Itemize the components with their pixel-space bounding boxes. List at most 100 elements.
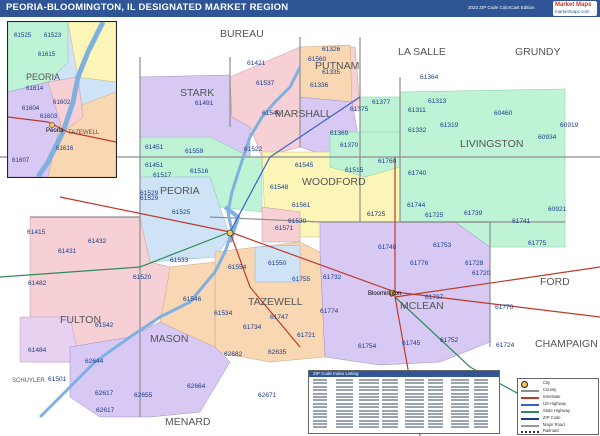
zip-index-entry (336, 412, 353, 415)
zip-index-entry (382, 423, 398, 426)
county-label: MCLEAN (400, 300, 444, 312)
zip-index-entry (359, 402, 379, 405)
zip-label: 61550 (268, 260, 287, 267)
county-label: SCHUYLER (12, 378, 45, 384)
zip-boundary-icon (521, 418, 539, 420)
legend-row: US Highway (521, 401, 597, 408)
zip-index-title: ZIP Code Index Listing (313, 371, 359, 376)
zip-index-entry (359, 395, 379, 398)
zip-label: 61548 (270, 184, 289, 191)
zip-label: 61754 (358, 343, 377, 350)
county-label: BUREAU (220, 28, 264, 40)
inset-zip-label: 61525 (14, 32, 32, 39)
zip-index-panel[interactable]: ZIP Code Index Listing (308, 370, 500, 434)
zip-index-entry (474, 419, 488, 422)
us-highway-icon (521, 404, 539, 406)
zip-index-entry (451, 395, 469, 398)
zip-index-entry (405, 385, 424, 388)
inset-map[interactable]: PEORIA TAZEWELL Peoria 61525 61523 61614… (7, 21, 117, 178)
zip-label: 61545 (295, 162, 314, 169)
zip-index-entry (474, 412, 488, 415)
legend-label: ZIP Code (543, 415, 561, 420)
zip-label: 61432 (88, 238, 107, 245)
zip-index-entry (451, 426, 469, 429)
county-label: PEORIA (160, 185, 200, 197)
zip-label: 60934 (538, 134, 557, 141)
zip-label: 61775 (528, 240, 547, 247)
zip-label: 61525 (172, 209, 191, 216)
zip-index-entry (474, 385, 488, 388)
zip-index-column (405, 379, 426, 431)
inset-zip-label: 61604 (22, 105, 40, 112)
zone-woodford-ne (329, 131, 401, 178)
zip-index-entry (474, 392, 488, 395)
zip-index-entry (313, 426, 327, 429)
legend-label: State Highway (543, 408, 570, 413)
zip-index-entry (382, 389, 398, 392)
inset-county-label: PEORIA (26, 72, 60, 82)
zip-index-entry (336, 389, 353, 392)
zip-index-entry (359, 382, 379, 385)
zip-index-entry (382, 402, 398, 405)
zip-index-entry (359, 399, 379, 402)
zip-index-entry (428, 395, 443, 398)
edition-label: 2023 ZIP Code ColorCast Edition (468, 5, 535, 10)
zip-index-entry (451, 392, 469, 395)
zip-label: 61745 (402, 340, 421, 347)
zip-index-entry (313, 423, 327, 426)
zip-label: 62617 (95, 390, 114, 397)
county-label: LA SALLE (398, 46, 446, 58)
zip-label: 60921 (548, 206, 567, 213)
zip-index-entry (359, 379, 379, 381)
zip-index-entry (405, 423, 424, 426)
zip-index-column (474, 379, 495, 431)
logo-subtext: marketmaps.com (555, 9, 590, 14)
inset-zip-label: 61602 (53, 99, 71, 106)
zip-index-column (359, 379, 380, 431)
zip-label: 61415 (27, 229, 46, 236)
legend-label: Railroad (543, 428, 559, 433)
zip-index-column (382, 379, 403, 431)
zip-label: 61560 (308, 56, 327, 63)
zip-label: 61542 (95, 322, 114, 329)
zip-index-entry (313, 389, 327, 392)
zip-label: 61739 (464, 210, 483, 217)
zip-index-entry (359, 416, 379, 419)
zip-index-entry (382, 395, 398, 398)
zip-index-entry (313, 395, 327, 398)
zip-index-entry (359, 392, 379, 395)
legend-row: Railroad (521, 428, 597, 435)
zip-index-entry (451, 412, 469, 415)
zip-index-entry (451, 409, 469, 412)
zip-label: 61421 (247, 60, 266, 67)
zip-label: 61724 (496, 342, 515, 349)
zip-index-entry (359, 385, 379, 388)
map-legend: City County Interstate US Highway State … (517, 378, 599, 435)
county-label: FORD (540, 276, 570, 288)
inset-city-label: Peoria (46, 128, 64, 134)
publisher-logo: Market Maps marketmaps.com (553, 1, 597, 16)
zip-label: 61336 (310, 82, 329, 89)
zip-index-entry (474, 426, 488, 429)
zip-index-entry (382, 392, 398, 395)
zip-label: 61737 (425, 294, 444, 301)
county-label: CHAMPAIGN (535, 338, 598, 350)
zip-label: 61774 (320, 308, 339, 315)
zip-index-entry (451, 402, 469, 405)
title-bar: PEORIA-BLOOMINGTON, IL DESIGNATED MARKET… (0, 0, 600, 17)
legend-row: County (521, 387, 597, 394)
zip-label: 61752 (440, 337, 459, 344)
zip-label: 62617 (96, 407, 115, 414)
zip-index-entry (382, 426, 398, 429)
zip-index-entry (313, 419, 327, 422)
inset-city-marker (49, 122, 55, 128)
zip-label: 62655 (134, 392, 153, 399)
zip-label: 62682 (224, 351, 243, 358)
zip-index-entry (474, 423, 488, 426)
zip-label: 61313 (428, 98, 447, 105)
zip-label: 62671 (258, 392, 277, 399)
zip-label: 61741 (512, 218, 531, 225)
zip-index-entry (451, 419, 469, 422)
inset-zip-label: 61614 (26, 85, 44, 92)
legend-label: County (543, 387, 557, 392)
